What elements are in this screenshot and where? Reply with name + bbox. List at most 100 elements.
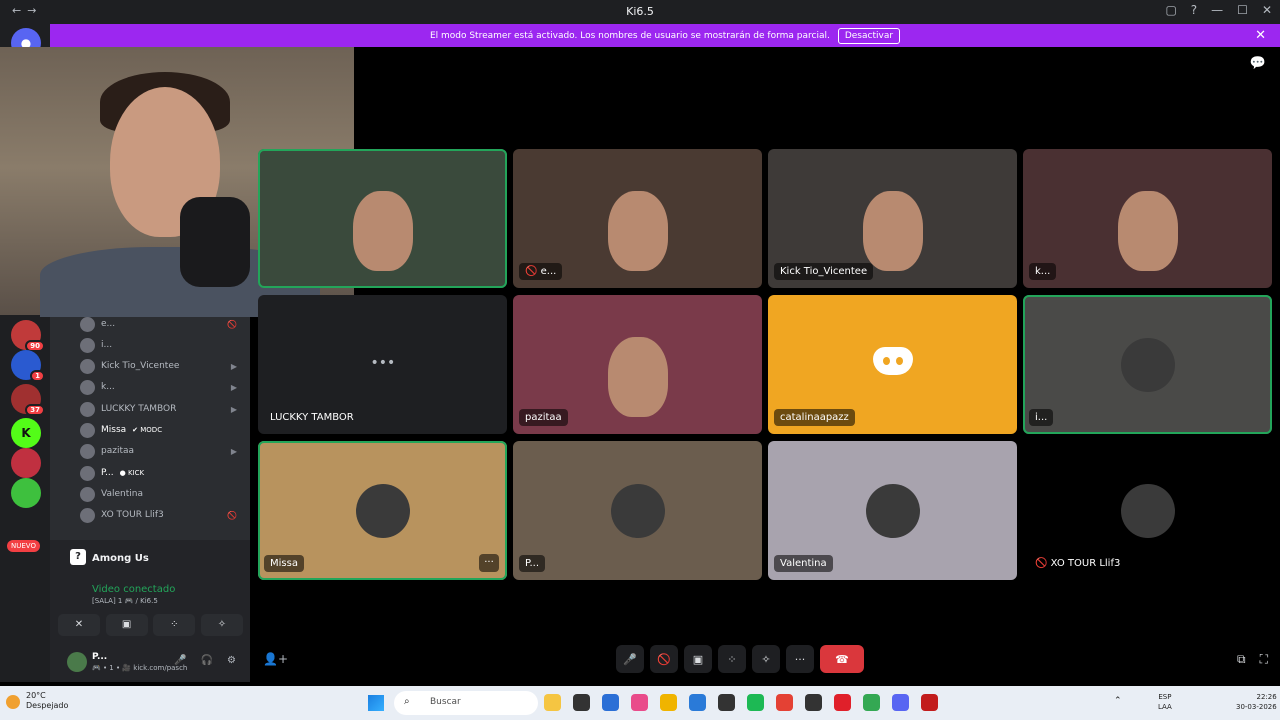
avatar [80, 465, 95, 481]
fullscreen-icon[interactable]: ⛶ [1260, 652, 1268, 667]
gear-icon[interactable]: ⚙ [227, 655, 236, 666]
taskbar-app-icon[interactable] [747, 694, 764, 711]
server-icon[interactable] [11, 478, 41, 508]
minimize-button[interactable]: — [1211, 3, 1223, 17]
camera-button[interactable]: 🚫 [650, 645, 678, 673]
camera-off-button[interactable]: ✕ [58, 614, 100, 636]
microphone-icon[interactable]: 🎤 [174, 655, 186, 666]
voice-member[interactable]: Kick Tio_Vicentee ▶ [80, 356, 245, 376]
chevron-up-icon[interactable]: ⌃ [1114, 696, 1122, 706]
language-indicator[interactable]: ESP LAA [1158, 692, 1172, 712]
taskbar-app-icon[interactable] [689, 694, 706, 711]
microphone-button[interactable]: 🎤 [616, 645, 644, 673]
popout-icon[interactable]: ⧉ [1237, 652, 1246, 667]
video-tile[interactable]: ••• LUCKKY TAMBOR [258, 295, 507, 434]
taskbar-app-icon[interactable] [660, 694, 677, 711]
user-panel: P... 🎮 • 1 • 🎥 kick.com/pasch 🎤 🎧 ⚙ [50, 646, 250, 682]
voice-member[interactable]: LUCKKY TAMBOR ▶ [80, 399, 245, 419]
voice-member[interactable]: P... ● KICK [80, 463, 245, 483]
server-icon[interactable]: 1 [11, 350, 45, 382]
weather-condition: Despejado [26, 701, 69, 710]
taskbar-search[interactable]: ⌕ Buscar [394, 691, 538, 715]
taskbar-apps [544, 694, 938, 711]
video-tile[interactable]: P... [513, 441, 762, 580]
video-tile[interactable]: Missa ··· [258, 441, 507, 580]
taskbar-app-icon[interactable] [863, 694, 880, 711]
window-controls: ▢ ? — ☐ ✕ [1165, 3, 1272, 17]
screen-share-button[interactable]: ▣ [105, 614, 148, 636]
search-icon: ⌕ [404, 696, 410, 707]
help-icon[interactable]: ? [1191, 3, 1197, 17]
disable-streamer-button[interactable]: Desactivar [837, 27, 901, 44]
maximize-button[interactable]: ☐ [1237, 3, 1248, 17]
clock[interactable]: 22:26 30-03-2026 [1236, 692, 1277, 712]
participant-name: pazitaa [519, 409, 568, 426]
screen-share-button[interactable]: ▣ [684, 645, 712, 673]
server-icon[interactable]: 37 [11, 384, 45, 416]
weather-widget[interactable]: 20°C Despejado [26, 691, 68, 711]
soundboard-button[interactable]: ✧ [200, 614, 243, 636]
member-name: LUCKKY TAMBOR [101, 404, 177, 414]
server-icon[interactable]: 90 [11, 320, 45, 352]
soundboard-button[interactable]: ✧ [752, 645, 780, 673]
invite-icon[interactable]: 👤+ [263, 652, 288, 666]
voice-channel-name[interactable]: [SALA] 1 🎮 / Ki6.5 [92, 597, 158, 605]
chat-icon[interactable]: 💬 [1250, 56, 1266, 71]
taskbar-app-icon[interactable] [544, 694, 561, 711]
user-status: 🎮 • 1 • 🎥 kick.com/pasch [92, 664, 188, 672]
participant-avatar [1120, 483, 1175, 538]
server-icon[interactable] [11, 448, 41, 478]
mute-icon: 🚫 [227, 510, 237, 520]
taskbar-app-icon[interactable] [892, 694, 909, 711]
video-tile[interactable]: 🚫 XO TOUR Llif3 [1023, 441, 1272, 580]
lang-code: ESP [1158, 693, 1172, 701]
video-tile[interactable]: Kick Tio_Vicentee [768, 149, 1017, 288]
voice-member[interactable]: k... ▶ [80, 377, 245, 397]
video-tile[interactable]: 🚫 e... [513, 149, 762, 288]
more-options-button[interactable]: ··· [786, 645, 814, 673]
taskbar-app-icon[interactable] [834, 694, 851, 711]
avatar [80, 379, 95, 395]
video-tile[interactable]: i... [1023, 295, 1272, 434]
video-icon: ▶ [230, 404, 237, 414]
kick-server-icon[interactable]: K [11, 418, 41, 448]
video-tile[interactable]: catalinaapazz [768, 295, 1017, 434]
video-tile[interactable]: k... [1023, 149, 1272, 288]
windows-taskbar: 20°C Despejado ⌕ Buscar ⌃ ESP LAA 22:26 30-0… [0, 686, 1280, 720]
tile-more-button[interactable]: ··· [479, 554, 499, 572]
taskbar-app-icon[interactable] [718, 694, 735, 711]
voice-member[interactable]: Valentina [80, 484, 245, 504]
close-banner-icon[interactable]: ✕ [1255, 28, 1266, 43]
disconnect-button[interactable]: ☎ [820, 645, 864, 673]
video-icon: ▶ [230, 446, 237, 456]
weather-icon [6, 695, 20, 709]
voice-actions: ✕ ▣ ⁘ ✧ [58, 614, 243, 636]
windows-start-icon[interactable] [368, 695, 384, 711]
taskbar-app-icon[interactable] [631, 694, 648, 711]
voice-member[interactable]: XO TOUR Llif3 🚫 [80, 505, 245, 525]
inbox-icon[interactable]: ▢ [1165, 3, 1176, 17]
user-avatar[interactable] [67, 652, 87, 672]
voice-member[interactable]: pazitaa ▶ [80, 441, 245, 461]
voice-member[interactable]: i... [80, 335, 245, 355]
video-tile[interactable]: Valentina [768, 441, 1017, 580]
activities-button[interactable]: ⁘ [153, 614, 196, 636]
taskbar-app-icon[interactable] [776, 694, 793, 711]
avatar [80, 443, 95, 459]
voice-member[interactable]: Missa ✔ MODC [80, 420, 245, 440]
taskbar-app-icon[interactable] [602, 694, 619, 711]
voice-member[interactable]: e... 🚫 [80, 314, 245, 334]
video-tile[interactable]: pazitaa [513, 295, 762, 434]
member-name: P... [101, 468, 114, 478]
video-tile[interactable] [258, 149, 507, 288]
taskbar-app-icon[interactable] [921, 694, 938, 711]
headphones-icon[interactable]: 🎧 [201, 655, 213, 666]
member-name: e... [101, 319, 116, 329]
taskbar-app-icon[interactable] [805, 694, 822, 711]
activity-row[interactable]: ? Among Us [50, 540, 250, 576]
taskbar-app-icon[interactable] [573, 694, 590, 711]
streamer-mode-banner: El modo Streamer está activado. Los nomb… [50, 24, 1280, 47]
title-bar: ←→ Ki6.5 ▢ ? — ☐ ✕ [0, 0, 1280, 24]
activities-button[interactable]: ⁘ [718, 645, 746, 673]
close-window-button[interactable]: ✕ [1262, 3, 1272, 17]
